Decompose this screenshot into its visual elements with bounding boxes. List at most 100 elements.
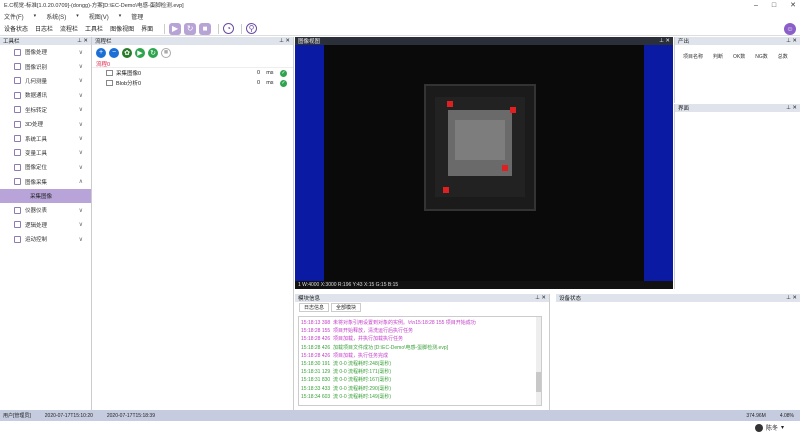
device-panel-header: 设备状态 ⊥ ✕ (556, 294, 800, 302)
log-message: 未将对象引用设置到对象的实例。\r\n15:18:28 155 项目开始成功 (332, 320, 476, 326)
chevron-icon[interactable]: ∨ (79, 92, 83, 99)
avatar[interactable]: ☺ (784, 23, 796, 35)
scrollbar-thumb[interactable] (536, 372, 541, 392)
pin-icon[interactable]: ⊥ ✕ (77, 38, 88, 44)
device-panel: 设备状态 ⊥ ✕ (556, 294, 800, 410)
settings-icon[interactable]: ✿ (122, 47, 132, 58)
tool-item[interactable]: 图像处理 ∨ (0, 45, 91, 59)
tab-log-info[interactable]: 日志信息 (299, 302, 330, 312)
toolbar-interface[interactable]: 界面 (141, 24, 153, 33)
pin-icon[interactable]: ⊥ ✕ (786, 295, 797, 301)
log-line: 15:18:33 433 流 0-0 流程耗时:290(毫秒) (299, 385, 541, 393)
tool-item[interactable]: 逻辑处理 ∨ (0, 218, 91, 232)
menu-manage[interactable]: 管理 (131, 12, 143, 21)
toolbar-image-view[interactable]: 图像视图 (110, 24, 134, 33)
chevron-icon[interactable]: ∨ (79, 221, 83, 228)
minimize-icon[interactable]: – (754, 2, 758, 9)
tool-item[interactable]: 采集图像 (0, 188, 91, 204)
log-message: 项目加载，并执行加载执行任务 (332, 336, 403, 343)
chevron-icon[interactable]: ∨ (79, 135, 83, 142)
menu-view[interactable]: 视图(V) (89, 12, 109, 21)
tab-all-modules[interactable]: 全部模块 (331, 302, 362, 312)
locate-icon (14, 163, 21, 171)
camera-image[interactable] (295, 45, 673, 281)
tool-item-label: 图像采集 (25, 179, 48, 186)
chevron-icon[interactable]: ∨ (79, 149, 83, 156)
log-output[interactable]: 15:18:13 398 未将对象引用设置到对象的实例。\r\n15:18:28… (298, 316, 542, 406)
step-time-value: 0 (257, 80, 261, 86)
image-view-title: 图像视图 (298, 39, 321, 45)
log-line: 15:18:28 426 加载项目文件成功 [D:\EC-Demo\电感-蛋脚检… (299, 344, 541, 352)
menu-system[interactable]: 系统(S) (46, 12, 66, 21)
user-search-icon[interactable]: ⚲ (246, 23, 258, 34)
speed-icon[interactable]: ◔ (223, 23, 235, 34)
process-tab[interactable]: 流程0 (92, 60, 293, 68)
col-name[interactable]: 项目名称 (683, 53, 703, 60)
bottom-bar: 陈冬 ▾ (0, 421, 800, 433)
step-name: Blob分析0 (116, 81, 142, 87)
play-icon[interactable]: ▶ (135, 47, 145, 58)
log-message: 加载项目文件成功 [D:\EC-Demo\电感-蛋脚检测.evp] (332, 344, 448, 351)
tool-item[interactable]: 数据通讯 ∨ (0, 88, 91, 102)
chevron-icon[interactable]: ∨ (79, 236, 83, 243)
stop-icon[interactable]: ■ (199, 22, 212, 35)
col-ok[interactable]: OK数 (733, 53, 745, 60)
comm-icon (14, 91, 21, 99)
stop-icon[interactable]: ■ (161, 47, 171, 58)
run-icon[interactable]: ▶ (169, 22, 182, 35)
tool-item[interactable]: 图像采集 ∧ (0, 175, 91, 189)
pin-icon[interactable]: ⊥ ✕ (535, 295, 546, 301)
col-judge[interactable]: 判断 (713, 53, 723, 60)
status-memory: 374.96M (746, 412, 766, 419)
pin-icon[interactable]: ⊥ ✕ (659, 38, 670, 44)
pin-icon[interactable]: ⊥ ✕ (279, 38, 290, 44)
remove-icon[interactable]: − (109, 47, 119, 58)
refresh-icon[interactable]: ↻ (148, 47, 158, 58)
chevron-icon[interactable]: ∨ (79, 164, 83, 171)
tool-item[interactable]: 变量工具 ∨ (0, 146, 91, 160)
maximize-icon[interactable]: □ (772, 2, 776, 9)
chevron-down-icon: ▾ (33, 13, 37, 19)
process-step-row[interactable]: 采集图像0 0 ms ✓ (92, 68, 293, 78)
chevron-icon[interactable]: ∨ (79, 121, 83, 128)
tool-item[interactable]: 图像识别 ∨ (0, 59, 91, 73)
tool-item-label: 几何测量 (25, 78, 48, 85)
menu-file[interactable]: 文件(F) (4, 12, 24, 21)
toolbar-log[interactable]: 日志栏 (35, 24, 53, 33)
toolbar-device-status[interactable]: 设备状态 (4, 24, 28, 33)
process-step-row[interactable]: Blob分析0 0 ms ✓ (92, 78, 293, 88)
account-menu[interactable]: 陈冬 ▾ (754, 423, 784, 432)
chevron-icon[interactable]: ∨ (79, 49, 83, 56)
add-icon[interactable]: + (96, 47, 106, 58)
tool-item[interactable]: 运动控制 ∨ (0, 232, 91, 246)
pin-icon[interactable]: ⊥ ✕ (786, 105, 797, 111)
step-time-unit: ms (266, 70, 274, 76)
tool-item-label: 图像识别 (25, 64, 48, 71)
blob-marker (510, 107, 516, 113)
log-time: 15:18:28 426 (301, 344, 331, 351)
tool-item-label: 仪器仪表 (25, 208, 48, 215)
toolbar-tools[interactable]: 工具栏 (85, 24, 103, 33)
close-icon[interactable]: ✕ (790, 1, 796, 9)
tool-item[interactable]: 几何测量 ∨ (0, 74, 91, 88)
chevron-icon[interactable]: ∨ (79, 207, 83, 214)
tool-item[interactable]: 坐标转定 ∨ (0, 103, 91, 117)
col-total[interactable]: 总数 (778, 53, 788, 60)
scrollbar[interactable] (536, 317, 541, 405)
tool-item[interactable]: 3D处理 ∨ (0, 117, 91, 131)
interface-panel: 界面 ⊥ ✕ (674, 104, 800, 289)
inspection-image (424, 84, 536, 211)
chevron-icon[interactable]: ∨ (79, 77, 83, 84)
step-name: 采集图像0 (116, 71, 142, 77)
tool-item[interactable]: 图像定位 ∨ (0, 160, 91, 174)
toolbar-process[interactable]: 流程栏 (60, 24, 78, 33)
chevron-icon[interactable]: ∨ (79, 63, 83, 70)
chevron-icon[interactable]: ∨ (79, 106, 83, 113)
tool-item[interactable]: 仪器仪表 ∨ (0, 203, 91, 217)
col-ng[interactable]: NG数 (755, 53, 768, 60)
chevron-icon[interactable]: ∧ (79, 178, 83, 185)
tool-item-label: 3D处理 (25, 122, 44, 129)
loop-run-icon[interactable]: ↻ (184, 22, 197, 35)
tool-item[interactable]: 系统工具 ∨ (0, 131, 91, 145)
pin-icon[interactable]: ⊥ ✕ (786, 38, 797, 44)
